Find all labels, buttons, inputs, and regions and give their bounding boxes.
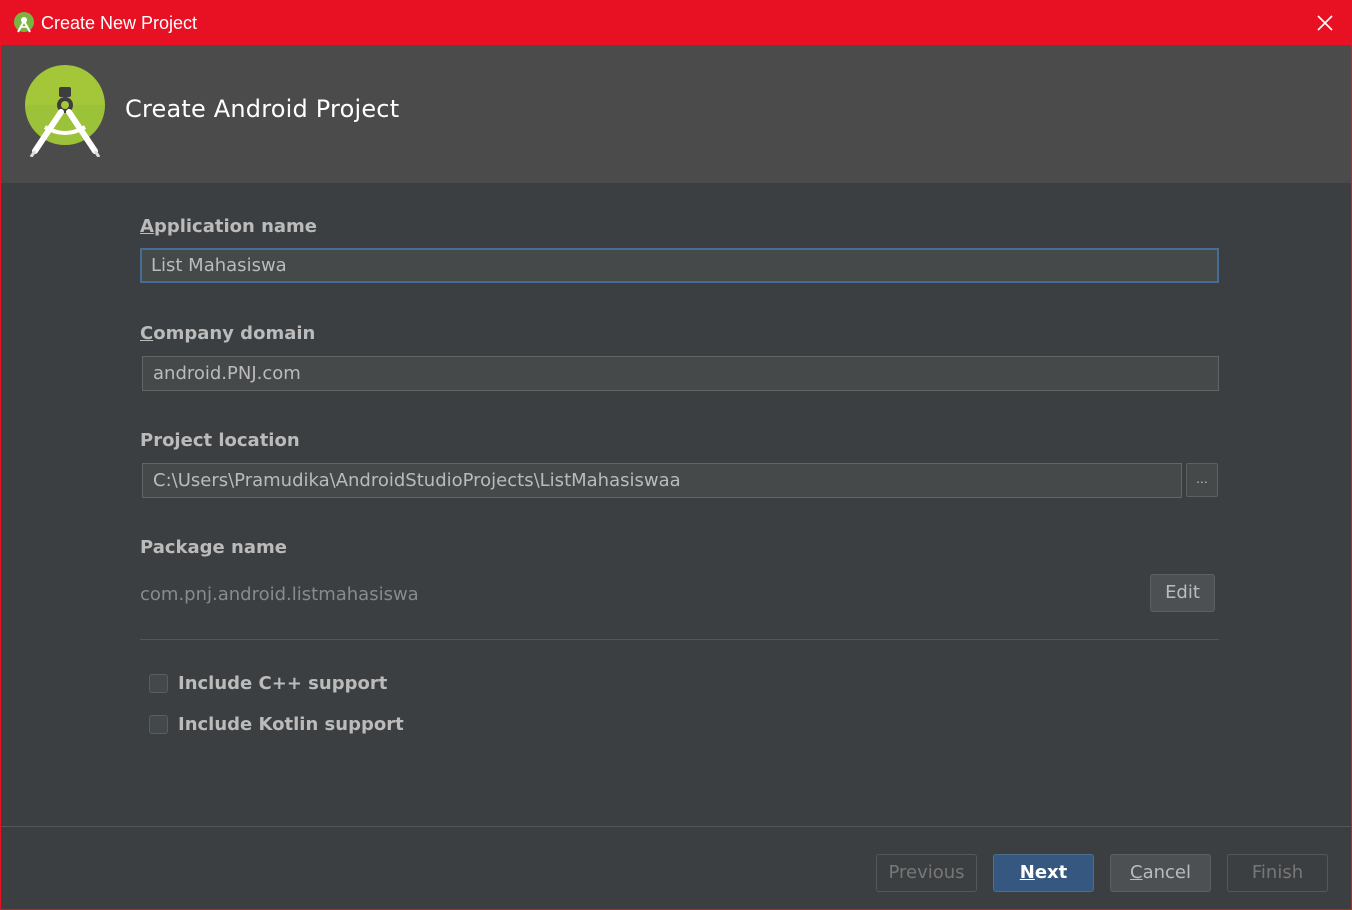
dialog-body: Create Android Project Application name … bbox=[1, 45, 1351, 909]
section-divider bbox=[140, 639, 1219, 640]
cancel-button[interactable]: Cancel bbox=[1110, 854, 1211, 892]
edit-package-button[interactable]: Edit bbox=[1150, 574, 1215, 612]
window-title: Create New Project bbox=[41, 13, 198, 33]
browse-location-button[interactable]: ... bbox=[1186, 463, 1218, 497]
company-domain-label: Company domain bbox=[140, 323, 316, 344]
app-name-input[interactable]: List Mahasiswa bbox=[140, 248, 1219, 283]
kotlin-support-option[interactable]: Include Kotlin support bbox=[140, 712, 404, 736]
project-location-label: Project location bbox=[140, 430, 300, 451]
kotlin-support-checkbox[interactable] bbox=[149, 714, 168, 734]
cpp-support-label: Include C++ support bbox=[178, 672, 388, 694]
previous-button[interactable]: Previous bbox=[876, 854, 977, 892]
close-button[interactable] bbox=[1298, 0, 1352, 45]
kotlin-support-label: Include Kotlin support bbox=[178, 713, 404, 735]
close-icon bbox=[1317, 14, 1333, 31]
project-location-input[interactable]: C:\Users\Pramudika\AndroidStudioProjects… bbox=[142, 463, 1182, 498]
android-studio-icon bbox=[14, 12, 34, 33]
android-studio-logo bbox=[25, 65, 105, 157]
page-title: Create Android Project bbox=[125, 95, 400, 123]
next-button[interactable]: Next bbox=[993, 854, 1094, 892]
package-name-value: com.pnj.android.listmahasiswa bbox=[140, 584, 419, 605]
footer-divider bbox=[1, 826, 1351, 827]
app-name-label: Application name bbox=[140, 216, 318, 237]
package-name-label: Package name bbox=[140, 537, 287, 558]
company-domain-input[interactable]: android.PNJ.com bbox=[142, 356, 1219, 391]
header-banner: Create Android Project bbox=[1, 45, 1351, 183]
finish-button[interactable]: Finish bbox=[1227, 854, 1328, 892]
cpp-support-option[interactable]: Include C++ support bbox=[140, 671, 387, 695]
cpp-support-checkbox[interactable] bbox=[149, 673, 168, 693]
title-bar: Create New Project bbox=[0, 0, 1352, 45]
